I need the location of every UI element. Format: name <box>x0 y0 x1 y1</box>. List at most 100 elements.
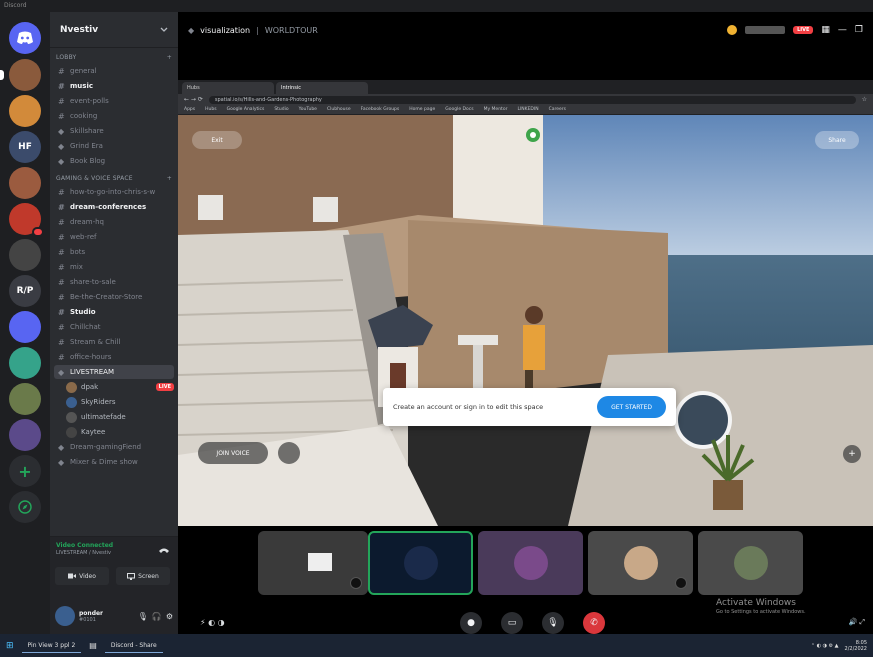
clock-date[interactable]: 2/2/2022 <box>845 646 867 652</box>
channel-bots[interactable]: # bots <box>54 245 174 259</box>
bookmark[interactable]: LINKEDIN <box>517 107 538 112</box>
channel-mixer[interactable]: ◆ Mixer & Dime show <box>54 455 174 469</box>
get-started-button[interactable]: GET STARTED <box>597 396 666 418</box>
add-server-button[interactable]: + <box>9 455 41 487</box>
participant-tile[interactable] <box>698 531 803 595</box>
add-button[interactable]: + <box>843 445 861 463</box>
channel-gaming-fiend[interactable]: ◆ Dream-gamingFiend <box>54 440 174 454</box>
bookmark[interactable]: Google Docs <box>445 107 473 112</box>
voice-channel-icon: ◆ <box>188 25 195 35</box>
channel-dream-conferences[interactable]: # dream-conferences <box>54 200 174 214</box>
activities-icon[interactable]: ⚡ ◐ ◑ <box>200 618 225 627</box>
server-header[interactable]: Nvestiv <box>50 12 178 48</box>
join-voice-button[interactable]: JOIN VOICE <box>198 442 268 464</box>
star-icon[interactable]: ☆ <box>862 96 867 103</box>
server-icon[interactable] <box>9 203 44 237</box>
participant-tile[interactable] <box>258 531 368 595</box>
explore-servers-button[interactable] <box>9 491 41 523</box>
channel-web-ref[interactable]: # web-ref <box>54 230 174 244</box>
channel-creator-store[interactable]: # Be-the-Creator-Store <box>54 290 174 304</box>
bookmark[interactable]: Facebook Groups <box>361 107 400 112</box>
file-explorer-icon[interactable]: ▤ <box>89 641 97 650</box>
minimize-icon[interactable]: — <box>838 25 847 35</box>
bookmark[interactable]: Home page <box>409 107 435 112</box>
windows-start-icon[interactable]: ⊞ <box>6 641 14 651</box>
voice-user[interactable]: SkyRiders <box>66 395 174 409</box>
participant-tile[interactable] <box>478 531 583 595</box>
channel-skillshare[interactable]: ◆ Skillshare <box>54 124 174 138</box>
screen-share-control[interactable]: ▭ <box>501 612 523 634</box>
avatar[interactable] <box>55 606 75 626</box>
nitro-icon[interactable] <box>727 25 738 35</box>
headphones-icon[interactable]: 🎧 <box>152 612 162 621</box>
server-icon[interactable] <box>9 59 41 91</box>
channel-how-to[interactable]: # how-to-go-into-chris-s-w <box>54 185 174 199</box>
participant-tile-speaking[interactable] <box>368 531 473 595</box>
channel-cooking[interactable]: # cooking <box>54 109 174 123</box>
channel-stream-chill[interactable]: # Stream & Chill <box>54 335 174 349</box>
channel-office-hours[interactable]: # office-hours <box>54 350 174 364</box>
browser-tab-active[interactable]: Intrinsic <box>276 82 368 94</box>
video-button[interactable]: Video <box>55 567 109 585</box>
server-rp[interactable]: R/P <box>9 275 41 307</box>
channel-general[interactable]: # general <box>54 64 174 78</box>
bookmark[interactable]: Studio <box>274 107 288 112</box>
system-tray: ⌃ ◐ ◑ ⚙ ▲ 8:05 2/2/2022 <box>811 640 867 652</box>
category-gaming[interactable]: GAMING & VOICE SPACE + <box>50 169 178 184</box>
taskbar-discord[interactable]: Discord - Share <box>104 638 163 653</box>
browser-tab[interactable]: Hubs <box>182 82 274 94</box>
3d-space-view[interactable]: Exit Share JOIN VOICE + Create an accoun… <box>178 115 873 526</box>
channel-book-blog[interactable]: ◆ Book Blog <box>54 154 174 168</box>
server-icon[interactable] <box>9 311 41 343</box>
popout-icon[interactable]: ❐ <box>855 25 863 35</box>
sign-in-prompt-text: Create an account or sign in to edit thi… <box>393 403 544 411</box>
channel-event-polls[interactable]: # event-polls <box>54 94 174 108</box>
bookmark[interactable]: Clubhouse <box>327 107 351 112</box>
home-button[interactable] <box>9 22 41 54</box>
voice-user[interactable]: dpak LIVE <box>66 380 174 394</box>
bookmark[interactable]: YouTube <box>299 107 317 112</box>
camera-toggle-button[interactable] <box>278 442 300 464</box>
voice-channel-label: LIVESTREAM / Nvestiv <box>56 550 111 556</box>
bookmark[interactable]: Hubs <box>205 107 216 112</box>
bookmark[interactable]: Google Analytics <box>227 107 265 112</box>
tray-icons[interactable]: ⌃ ◐ ◑ ⚙ ▲ <box>811 643 839 649</box>
disconnect-icon[interactable] <box>158 545 170 555</box>
volume-icon[interactable]: 🔊 ⤢ <box>848 618 865 627</box>
channel-studio[interactable]: # Studio <box>54 305 174 319</box>
bookmark[interactable]: Apps <box>184 107 195 112</box>
channel-mix[interactable]: # mix <box>54 260 174 274</box>
camera-button[interactable]: ● <box>460 612 482 634</box>
server-icon[interactable] <box>9 383 41 415</box>
channel-dream-hq[interactable]: # dream-hq <box>54 215 174 229</box>
microphone-button[interactable]: 🎙 <box>542 612 564 634</box>
voice-user[interactable]: Kaytee <box>66 425 174 439</box>
taskbar-app[interactable]: Pin View 3 ppl 2 <box>21 638 82 653</box>
nav-arrows-icon[interactable]: ← → ⟳ <box>184 96 203 103</box>
server-icon[interactable] <box>9 167 41 199</box>
participant-tile[interactable] <box>588 531 693 595</box>
voice-user[interactable]: ultimatefade <box>66 410 174 424</box>
exit-button[interactable]: Exit <box>192 131 242 149</box>
channel-music[interactable]: # music <box>54 79 174 93</box>
mic-icon[interactable]: 🎙 <box>138 612 148 621</box>
category-lobby[interactable]: LOBBY + <box>50 48 178 63</box>
channel-chillchat[interactable]: # Chillchat <box>54 320 174 334</box>
server-icon[interactable] <box>9 239 41 271</box>
server-icon[interactable] <box>9 419 41 451</box>
server-hf[interactable]: HF <box>9 131 41 163</box>
channel-share-to-sale[interactable]: # share-to-sale <box>54 275 174 289</box>
bookmark[interactable]: Careers <box>549 107 566 112</box>
server-icon[interactable] <box>9 347 41 379</box>
share-button[interactable]: Share <box>815 131 859 149</box>
grid-icon[interactable]: ▦ <box>821 25 830 35</box>
screen-share-button[interactable]: Screen <box>116 567 170 585</box>
server-icon[interactable] <box>9 95 41 127</box>
address-bar[interactable]: spatial.io/s/Hills-and-Gardens-Photograp… <box>208 95 856 104</box>
channel-grind-era[interactable]: ◆ Grind Era <box>54 139 174 153</box>
voice-status: Video Connected <box>56 542 114 549</box>
leave-call-button[interactable]: ✆ <box>583 612 605 634</box>
channel-livestream[interactable]: ◆ LIVESTREAM <box>54 365 174 379</box>
gear-icon[interactable]: ⚙ <box>166 612 173 621</box>
bookmark[interactable]: My Mentor <box>484 107 508 112</box>
